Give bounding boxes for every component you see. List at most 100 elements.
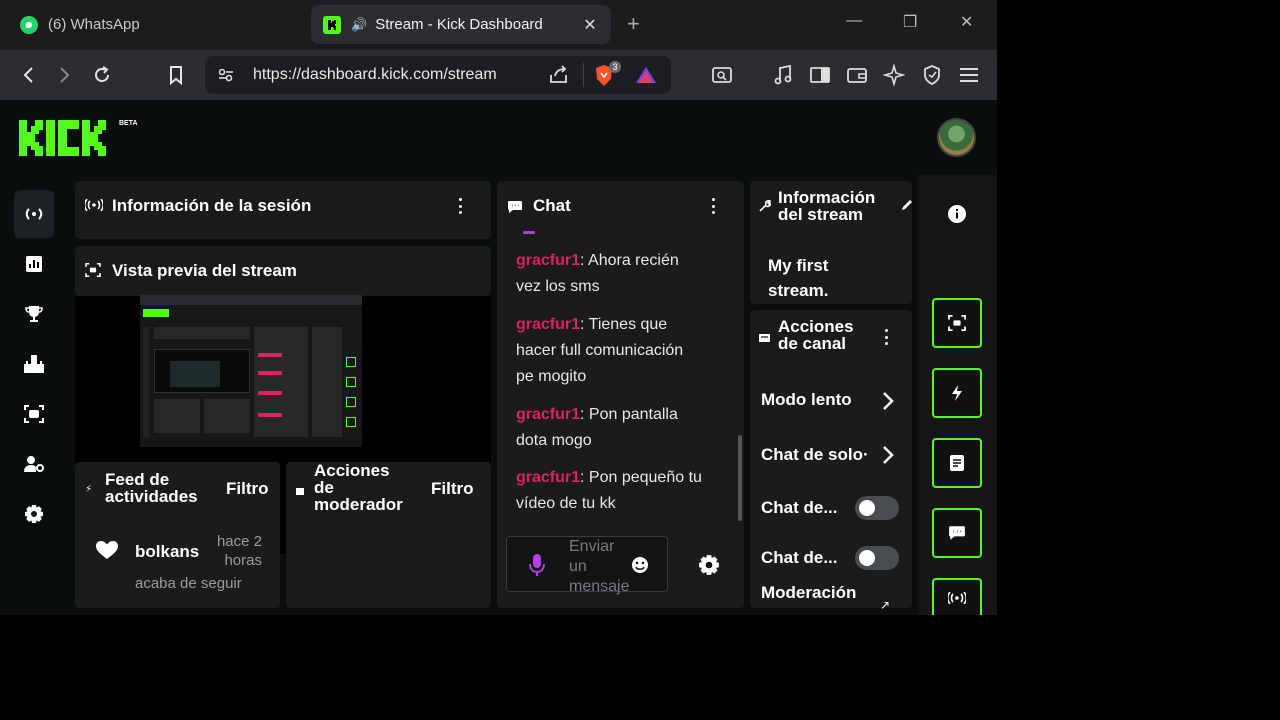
- tab-whatsapp[interactable]: (6) WhatsApp: [8, 5, 298, 44]
- activity-feed-panel: ⚡ Feed de actividades Filtro bolkans hace…: [75, 462, 280, 608]
- more-options-icon[interactable]: [708, 198, 718, 214]
- address-bar[interactable]: https://dashboard.kick.com/stream 3: [205, 56, 671, 94]
- beta-badge: BETA: [119, 120, 138, 127]
- panel-title: Acciones de canal: [778, 317, 854, 353]
- quick-action-chat-button[interactable]: [932, 508, 982, 558]
- browser-window: (6) WhatsApp 🔊 Stream - Kick Dashboard ✕…: [0, 0, 997, 688]
- chat-bubble-icon: [949, 526, 965, 540]
- kick-favicon-icon: [323, 15, 341, 34]
- tab-kick-dashboard[interactable]: 🔊 Stream - Kick Dashboard ✕: [311, 5, 611, 44]
- action-followers-only-chat[interactable]: Chat de solo·: [761, 445, 869, 465]
- avatar[interactable]: [937, 118, 976, 157]
- action-slow-mode[interactable]: Modo lento: [761, 390, 852, 410]
- chevron-right-icon[interactable]: [882, 391, 894, 416]
- chat-message: gracfur1: Pon pequeño tu vídeo de tu kk: [516, 469, 702, 512]
- panel-title: Información de la sesión: [112, 196, 312, 215]
- sidebar-item-users[interactable]: [14, 440, 54, 488]
- chevron-right-icon[interactable]: [882, 445, 894, 470]
- session-info-panel: Información de la sesión: [75, 181, 491, 239]
- panel-title: Acciones de moderador: [314, 461, 403, 514]
- sidebar-item-community[interactable]: [14, 340, 54, 388]
- activity-action: acaba de seguir: [135, 575, 242, 592]
- action-chat-toggle-2: Chat de...: [761, 548, 838, 567]
- sidebar-item-stream[interactable]: [14, 190, 54, 238]
- back-icon[interactable]: [15, 62, 41, 88]
- music-icon[interactable]: [770, 62, 796, 88]
- tab-title: (6) WhatsApp: [48, 16, 140, 33]
- kick-logo[interactable]: [19, 120, 119, 161]
- more-options-icon[interactable]: [455, 198, 465, 214]
- edit-pencil-icon[interactable]: [900, 198, 914, 217]
- minimize-icon[interactable]: —: [846, 12, 862, 30]
- external-link-icon[interactable]: ↗: [880, 598, 890, 612]
- chat-bubble-icon: [507, 200, 523, 217]
- quick-action-notes-button[interactable]: [932, 438, 982, 488]
- bolt-icon: [952, 385, 962, 401]
- sidebar-item-analytics[interactable]: [14, 240, 54, 288]
- chat-scrollbar[interactable]: [738, 435, 742, 521]
- bookmark-icon[interactable]: [163, 62, 189, 88]
- whatsapp-icon: [20, 15, 38, 34]
- leo-ai-icon[interactable]: [881, 62, 907, 88]
- sidebar-toggle-icon[interactable]: [807, 62, 833, 88]
- action-chat-moderation[interactable]: Moderación: [761, 583, 856, 608]
- stream-title[interactable]: My first stream.: [768, 253, 828, 303]
- info-icon[interactable]: [947, 204, 967, 229]
- sidebar-item-clips[interactable]: [14, 390, 54, 438]
- dashboard-sidebar: [14, 190, 56, 540]
- chat-mode-toggle-2[interactable]: [855, 546, 899, 570]
- search-tabs-icon[interactable]: [709, 62, 735, 88]
- action-chat-toggle-1: Chat de...: [761, 498, 838, 517]
- emoji-icon[interactable]: [631, 556, 649, 579]
- reload-icon[interactable]: [89, 62, 115, 88]
- speaker-icon[interactable]: 🔊: [351, 17, 367, 33]
- sidebar-item-achievements[interactable]: [14, 290, 54, 338]
- clip-button[interactable]: [932, 298, 982, 348]
- brave-rewards-icon[interactable]: [635, 66, 657, 89]
- message-fragment: [523, 231, 535, 234]
- podium-icon: [24, 355, 44, 373]
- chat-message: gracfur1: Pon pantalla dota mogo: [516, 406, 678, 449]
- quick-action-broadcast-button[interactable]: [932, 578, 982, 615]
- window-close-icon[interactable]: ✕: [960, 12, 973, 32]
- wallet-icon[interactable]: [844, 62, 870, 88]
- menu-icon[interactable]: [956, 62, 982, 88]
- panel-title: Feed de actividades: [105, 470, 198, 506]
- heart-icon: [95, 540, 119, 565]
- kick-dashboard: BETA Información de la sesión Vista prev…: [0, 100, 997, 688]
- new-tab-button[interactable]: +: [627, 12, 640, 36]
- shields-count-badge: 3: [609, 61, 621, 73]
- mod-icon: [296, 484, 304, 499]
- vpn-shield-icon[interactable]: [919, 62, 945, 88]
- filter-button[interactable]: Filtro: [431, 480, 474, 498]
- quick-action-bolt-button[interactable]: [932, 368, 982, 418]
- screen-capture-icon: [85, 263, 101, 280]
- sidebar-item-settings[interactable]: [14, 490, 54, 538]
- chat-message: gracfur1: Tienes que hacer full comunicac…: [516, 316, 684, 385]
- screen: (6) WhatsApp 🔊 Stream - Kick Dashboard ✕…: [0, 0, 1280, 720]
- share-icon[interactable]: [548, 65, 570, 90]
- page-bottom: [0, 615, 997, 688]
- moderator-actions-panel: Acciones de moderador Filtro: [286, 462, 491, 608]
- gear-icon: [25, 505, 43, 523]
- more-options-icon[interactable]: [881, 329, 891, 345]
- stream-preview-video[interactable]: [140, 295, 362, 447]
- user-settings-icon: [24, 456, 44, 472]
- restore-icon[interactable]: ❐: [903, 12, 917, 32]
- panel-title: Vista previa del stream: [112, 261, 297, 280]
- chart-icon: [26, 256, 42, 272]
- screen-capture-icon: [24, 405, 44, 423]
- tab-strip: (6) WhatsApp 🔊 Stream - Kick Dashboard ✕…: [0, 0, 997, 50]
- tab-title: Stream - Kick Dashboard: [375, 16, 543, 33]
- chat-message-input[interactable]: Enviar un mensaje: [506, 536, 668, 595]
- broadcast-icon: [948, 591, 966, 604]
- filter-button[interactable]: Filtro: [226, 480, 269, 498]
- chat-mode-toggle-1[interactable]: [855, 496, 899, 520]
- follower-name[interactable]: bolkans: [135, 542, 199, 562]
- forward-icon[interactable]: [52, 62, 78, 88]
- microphone-icon[interactable]: [529, 553, 545, 582]
- broadcast-icon: [25, 208, 43, 220]
- site-settings-icon[interactable]: [217, 66, 235, 89]
- tab-close-icon[interactable]: ✕: [581, 15, 599, 35]
- chat-settings-icon[interactable]: [698, 554, 720, 581]
